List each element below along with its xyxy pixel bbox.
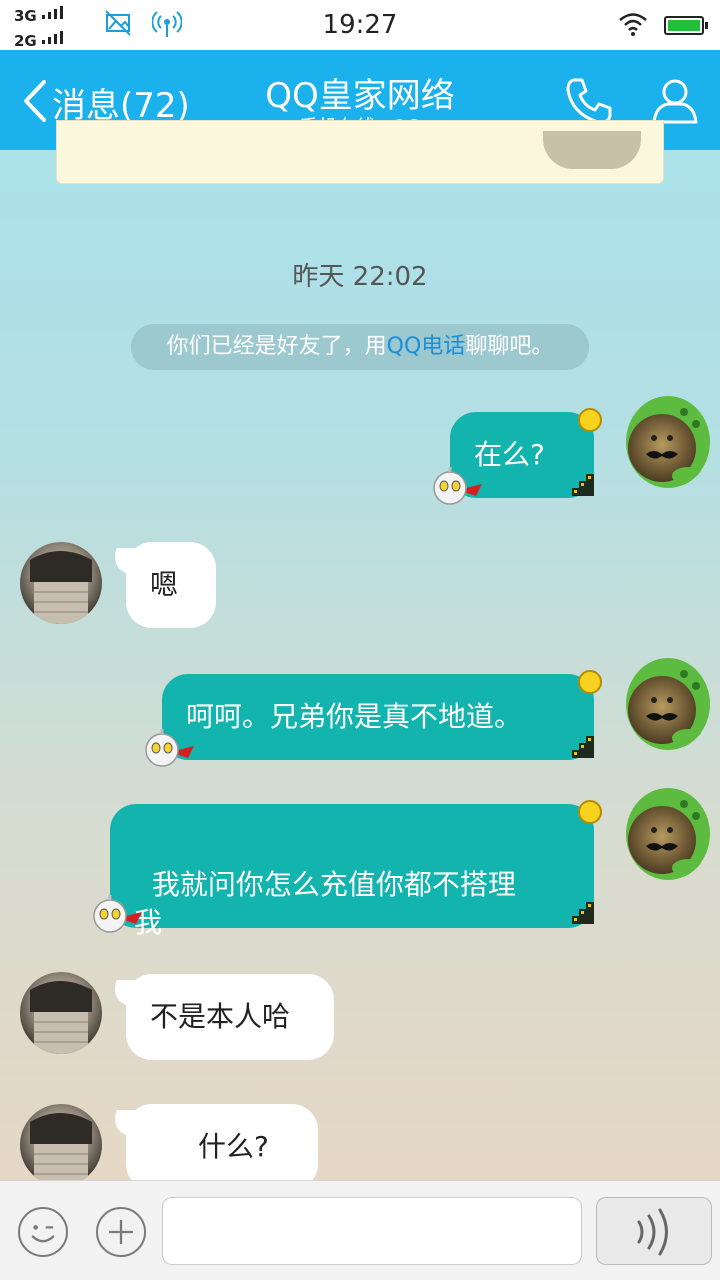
chick-badge-icon: [578, 408, 602, 432]
status-bar: 3G 2G 19:27: [0, 0, 720, 50]
level-stairs-icon: [572, 736, 594, 758]
system-message-prefix: 你们已经是好友了，用: [166, 334, 387, 359]
level-stairs-icon: [572, 902, 594, 924]
plus-icon[interactable]: [96, 1207, 146, 1257]
wifi-icon: [619, 13, 647, 36]
input-bar: [0, 1180, 720, 1280]
incoming-message-bubble[interactable]: 不是本人哈: [126, 974, 334, 1060]
clock: 19:27: [322, 10, 398, 40]
chick-badge-icon: [578, 800, 602, 824]
voice-button[interactable]: [596, 1197, 712, 1265]
message-text: 嗯: [150, 568, 179, 601]
friend-avatar[interactable]: [20, 972, 102, 1054]
message-text: 我就问你怎么充值你都不搭理 我: [134, 868, 516, 939]
system-message-suffix: 聊聊吧。: [465, 334, 554, 359]
emoji-icon[interactable]: [18, 1207, 68, 1257]
friend-avatar[interactable]: [20, 542, 102, 624]
message-text: 在么?: [474, 438, 545, 471]
bubble-pendant-icon: [433, 467, 482, 505]
message-text: 什么?: [198, 1130, 269, 1163]
my-avatar[interactable]: [612, 782, 712, 882]
bubble-pendant-icon: [145, 729, 194, 767]
system-message: 你们已经是好友了，用QQ电话聊聊吧。: [131, 324, 589, 370]
level-stairs-icon: [572, 474, 594, 496]
qq-call-link[interactable]: QQ电话: [387, 334, 466, 359]
my-avatar[interactable]: [612, 652, 712, 752]
message-timestamp: 昨天 22:02: [292, 262, 428, 292]
message-text: 呵呵。兄弟你是真不地道。: [186, 700, 523, 733]
previous-message-card: [56, 120, 664, 184]
incoming-message-bubble[interactable]: 嗯: [126, 542, 216, 628]
bubble-pendant-icon: [93, 895, 142, 933]
outgoing-message-bubble[interactable]: 呵呵。兄弟你是真不地道。: [162, 674, 594, 760]
outgoing-message-bubble[interactable]: 我就问你怎么充值你都不搭理 我: [110, 804, 594, 939]
voice-icon: [637, 1208, 668, 1256]
message-text: 不是本人哈: [150, 1000, 291, 1033]
incoming-message-bubble[interactable]: 什么?: [126, 1104, 318, 1190]
message-input[interactable]: [162, 1197, 582, 1265]
friend-avatar[interactable]: [20, 1104, 102, 1186]
chick-badge-icon: [578, 670, 602, 694]
my-avatar[interactable]: [612, 390, 712, 490]
battery-icon: [664, 16, 708, 35]
